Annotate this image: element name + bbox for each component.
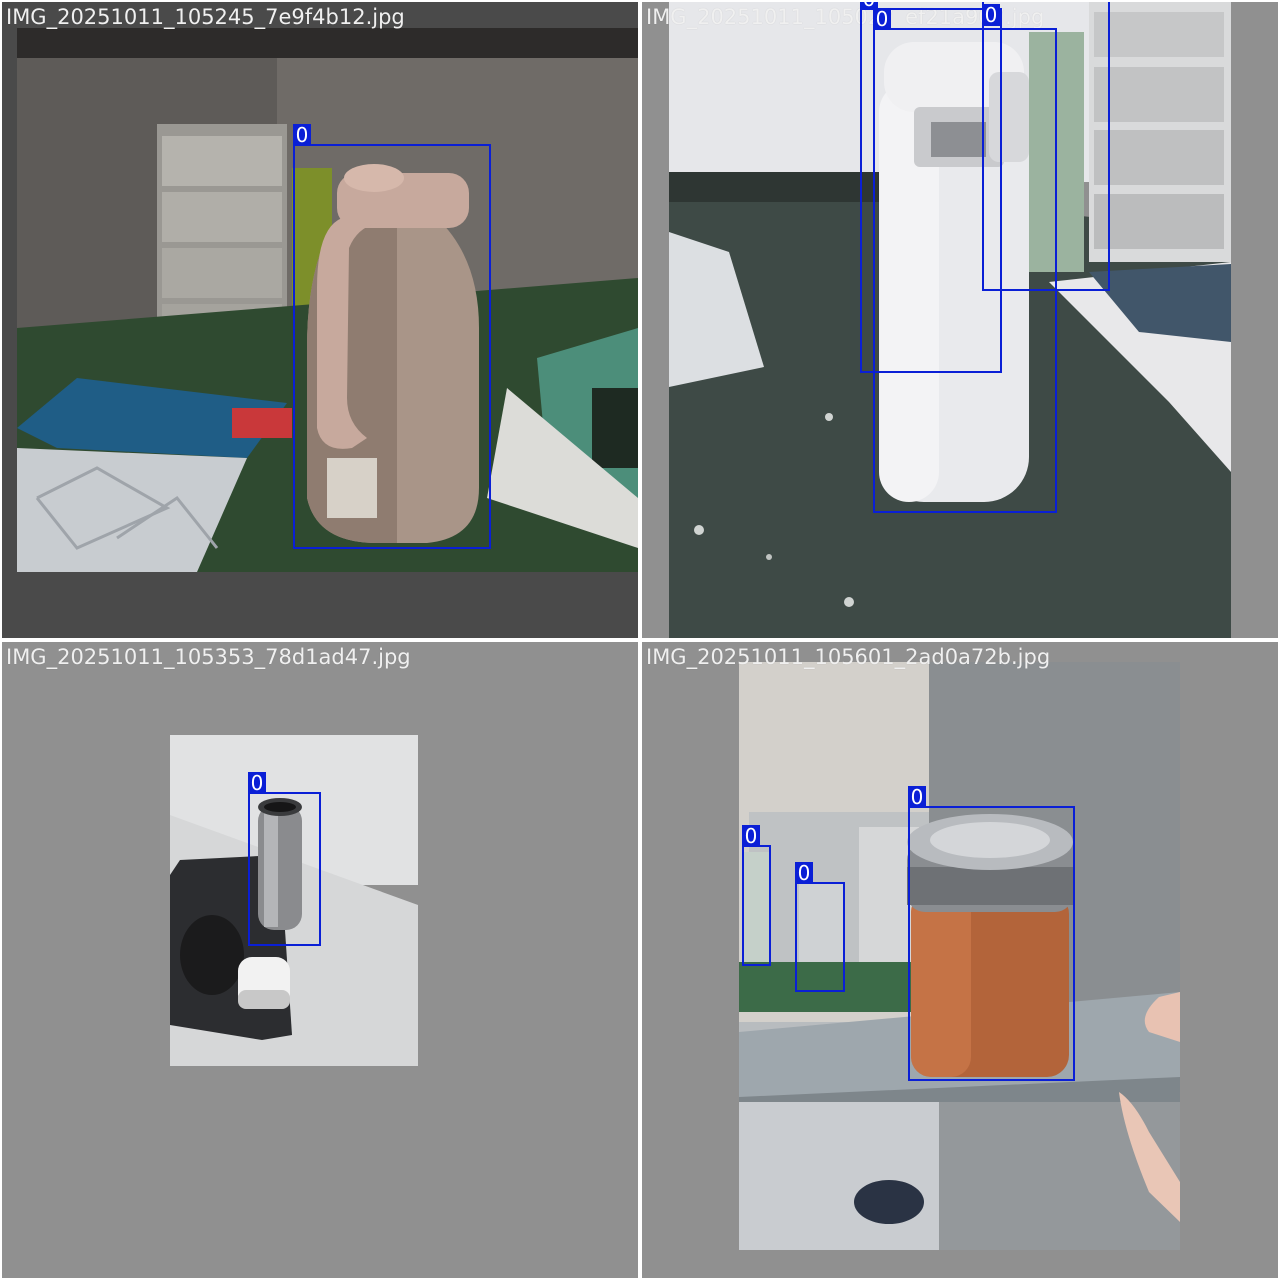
- image-filename: IMG_20251011_105353_78d1ad47.jpg: [6, 645, 411, 669]
- class-label: 0: [742, 825, 760, 847]
- detection-box: 0: [248, 772, 321, 946]
- class-label: 0: [982, 4, 1000, 26]
- detection-mosaic: IMG_20251011_105245_7e9f4b12.jpg 0 IMG_2…: [0, 0, 1280, 1280]
- mosaic-tile-3: IMG_20251011_105353_78d1ad47.jpg 0: [2, 642, 638, 1278]
- image-filename: IMG_20251011_105245_7e9f4b12.jpg: [6, 5, 405, 29]
- class-label: 0: [795, 862, 813, 884]
- mosaic-tile-4: IMG_20251011_105601_2ad0a72b.jpg 0 0 0: [642, 642, 1278, 1278]
- class-label: 0: [873, 8, 891, 30]
- mosaic-tile-2: IMG_20251011_105027_ef21a907.jpg 0 0 0: [642, 2, 1278, 638]
- detection-box: 0: [982, 2, 1110, 291]
- class-label: 0: [293, 124, 311, 146]
- detection-box: 0: [742, 825, 771, 966]
- detection-box: 0: [908, 786, 1075, 1081]
- detection-box: 0: [795, 862, 845, 992]
- image-filename: IMG_20251011_105601_2ad0a72b.jpg: [646, 645, 1051, 669]
- mosaic-tile-1: IMG_20251011_105245_7e9f4b12.jpg 0: [2, 2, 638, 638]
- detection-box: 0: [293, 124, 491, 549]
- class-label: 0: [248, 772, 266, 794]
- class-label: 0: [908, 786, 926, 808]
